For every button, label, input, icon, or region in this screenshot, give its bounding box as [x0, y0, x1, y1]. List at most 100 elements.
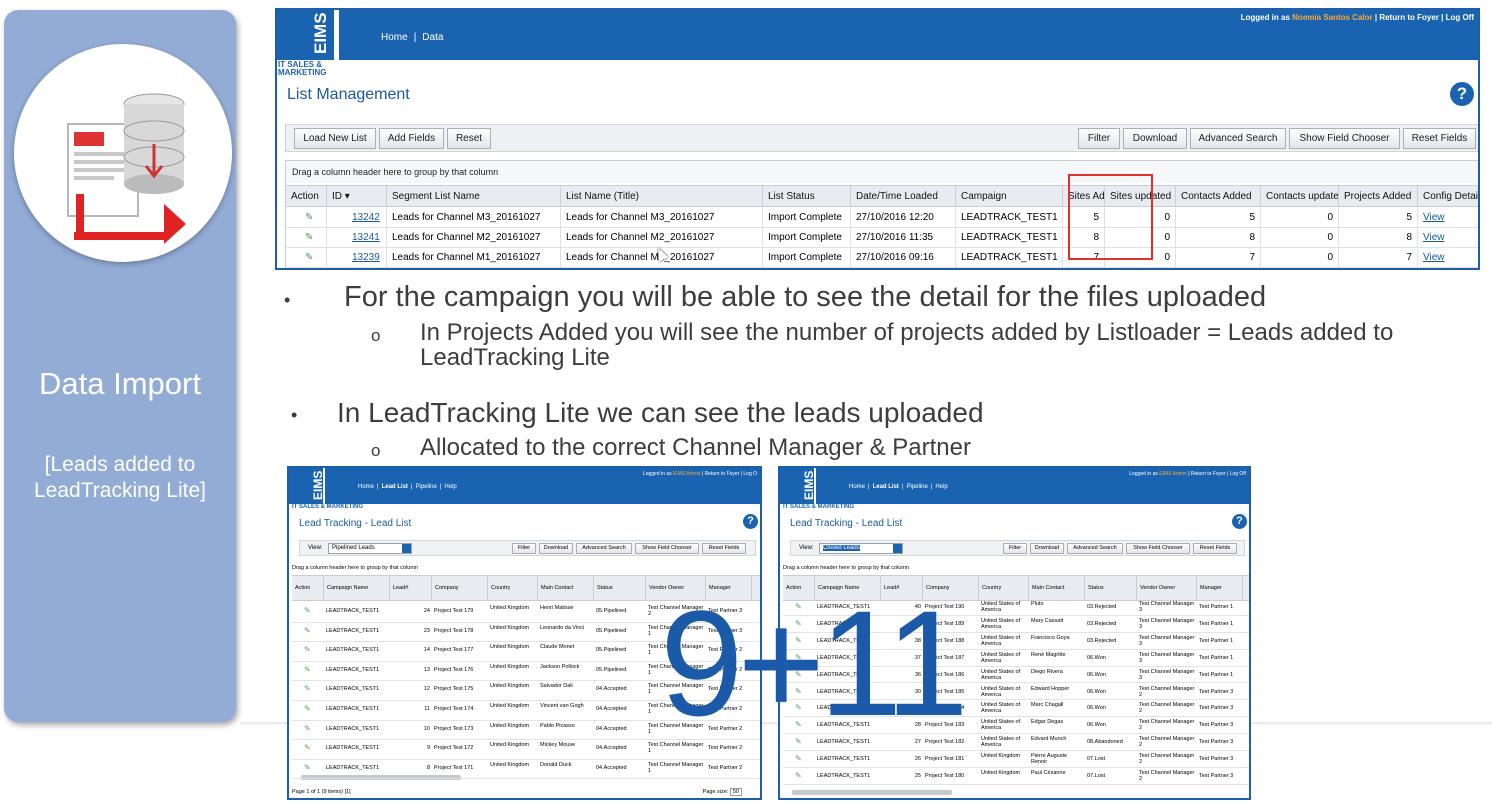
- id-link[interactable]: 13242: [332, 212, 380, 223]
- action-edit-icon[interactable]: ✎: [286, 228, 327, 248]
- col-campaign[interactable]: Campaign: [956, 186, 1063, 207]
- add-fields-button[interactable]: Add Fields: [379, 128, 444, 149]
- shot1-filter-button[interactable]: Filter: [512, 543, 536, 554]
- shot2-cell-5: 06.Won: [1087, 654, 1106, 661]
- shot2-nav-help[interactable]: Help: [935, 484, 947, 490]
- shot2-col-country[interactable]: Country: [979, 576, 1029, 601]
- nav-home[interactable]: Home: [381, 32, 408, 43]
- shot1-cell-3: United Kingdom: [490, 742, 530, 749]
- view-link[interactable]: View: [1423, 232, 1445, 243]
- row-id-link[interactable]: 13242: [327, 208, 387, 228]
- shot1-nav-lead-list[interactable]: Lead List: [382, 484, 408, 490]
- shot2-cell-7: Test Partner 1: [1199, 654, 1234, 661]
- shot2-nav-pipeline[interactable]: Pipeline: [906, 484, 927, 490]
- config-view-link[interactable]: View: [1418, 248, 1478, 268]
- table-row[interactable]: ✎ 13242 Leads for Channel M3_20161027 Leads…: [286, 208, 1478, 228]
- shot1-cell-3: United Kingdom: [490, 683, 530, 690]
- shot2-cell-4: Paul Cézanne: [1031, 770, 1066, 776]
- shot2-cell-6: Test Channel Manager 3: [1139, 601, 1195, 613]
- help-icon[interactable]: ?: [1450, 82, 1474, 106]
- shot1-nav-pipeline[interactable]: Pipeline: [415, 484, 436, 490]
- shot2-view-select[interactable]: Closed Leads: [819, 543, 903, 554]
- shot1-col-campaign-name[interactable]: Campaign Name: [324, 576, 390, 601]
- config-view-link[interactable]: View: [1418, 208, 1478, 228]
- shot2-download-button[interactable]: Download: [1030, 543, 1064, 554]
- shot1-cell-4: Mickey Mouse: [540, 742, 576, 749]
- shot1-download-button[interactable]: Download: [539, 543, 573, 554]
- table-row[interactable]: ✎ LEADTRACK_TEST1 25 Project Test 180 United…: [783, 768, 1249, 785]
- table-row[interactable]: ✎ LEADTRACK_TEST1 26 Project Test 181 United…: [783, 751, 1249, 768]
- shot2-col-status[interactable]: Status: [1085, 576, 1137, 601]
- bullet-1-sub-text: In Projects Added you will see the numbe…: [420, 319, 1394, 371]
- shot1-col-action[interactable]: Action: [292, 576, 324, 601]
- col-config-details[interactable]: Config Details: [1418, 186, 1478, 207]
- col-action[interactable]: Action: [286, 186, 327, 207]
- nav-data[interactable]: Data: [422, 32, 443, 43]
- shot2-login-links[interactable]: | Return to Foyer | Log Off: [1188, 471, 1246, 477]
- row-id-link[interactable]: 13241: [327, 228, 387, 248]
- shot2-nav-lead-list[interactable]: Lead List: [873, 484, 899, 490]
- col-id[interactable]: ID ▾: [327, 186, 387, 207]
- load-new-list-button[interactable]: Load New List: [294, 128, 376, 149]
- filter-button[interactable]: Filter: [1078, 128, 1120, 149]
- reset-button[interactable]: Reset: [447, 128, 491, 149]
- col-contacts-added[interactable]: Contacts Added: [1176, 186, 1261, 207]
- shot2-advanced-search-button[interactable]: Advanced Search: [1067, 543, 1123, 554]
- shot1-view-value: Pipelined Leads: [332, 545, 375, 551]
- download-button[interactable]: Download: [1123, 128, 1187, 149]
- advanced-search-button[interactable]: Advanced Search: [1190, 128, 1286, 149]
- id-link[interactable]: 13241: [332, 232, 380, 243]
- table-row[interactable]: ✎ 13241 Leads for Channel M2_20161027 Leads…: [286, 228, 1478, 248]
- shot2-cell-6: Test Channel Manager 3: [1139, 634, 1195, 647]
- col-list-status[interactable]: List Status: [763, 186, 851, 207]
- col-date-loaded[interactable]: Date/Time Loaded: [851, 186, 956, 207]
- view-link[interactable]: View: [1423, 212, 1445, 223]
- action-edit-icon[interactable]: ✎: [286, 208, 327, 228]
- shot1-col-lead-[interactable]: Lead#: [390, 576, 432, 601]
- action-edit-icon[interactable]: ✎: [286, 248, 327, 268]
- shot2-help-icon[interactable]: ?: [1232, 514, 1247, 529]
- col-projects-added[interactable]: Projects Added: [1339, 186, 1418, 207]
- shot1-col-company[interactable]: Company: [432, 576, 488, 601]
- col-segment-list-name[interactable]: Segment List Name: [387, 186, 561, 207]
- shot2-cell-1: 25: [914, 773, 921, 779]
- shot1-col-main-contact[interactable]: Main Contact: [538, 576, 594, 601]
- shot2-scrollbar[interactable]: [792, 790, 952, 795]
- foyer-logoff-links[interactable]: | Return to Foyer | Log Off: [1375, 13, 1474, 22]
- shot1-reset-fields-button[interactable]: Reset Fields: [702, 543, 746, 554]
- shot2-nav-home[interactable]: Home: [849, 484, 865, 490]
- sort-down-icon[interactable]: ▾: [345, 191, 350, 202]
- id-link[interactable]: 13239: [332, 252, 380, 263]
- shot1-cell-2: Project Test 178: [434, 627, 474, 634]
- shot2-field-chooser-button[interactable]: Show Field Chooser: [1126, 543, 1190, 554]
- reset-fields-button[interactable]: Reset Fields: [1403, 128, 1476, 149]
- shot2-reset-fields-button[interactable]: Reset Fields: [1193, 543, 1237, 554]
- shot1-page-size[interactable]: Page size: 50: [703, 788, 742, 796]
- col-list-name[interactable]: List Name (Title): [561, 186, 763, 207]
- shot2-col-main-contact[interactable]: Main Contact: [1029, 576, 1085, 601]
- col-contacts-updated[interactable]: Contacts updated: [1261, 186, 1339, 207]
- shot1-cell-5: 04.Accepted: [596, 764, 627, 771]
- config-view-link[interactable]: View: [1418, 228, 1478, 248]
- row-id-link[interactable]: 13239: [327, 248, 387, 268]
- shot1-col-country[interactable]: Country: [488, 576, 538, 601]
- shot2-filter-button[interactable]: Filter: [1003, 543, 1027, 554]
- table-row[interactable]: ✎ LEADTRACK_TEST1 8 Project Test 171 United …: [292, 760, 760, 780]
- shot1-login-links[interactable]: | Return to Foyer | Log O: [702, 471, 757, 477]
- table-row[interactable]: ✎ 13239 Leads for Channel M1_20161027 Leads…: [286, 248, 1478, 268]
- shot2-col-vendor-owner[interactable]: Vendor Owner: [1137, 576, 1197, 601]
- view-link[interactable]: View: [1423, 252, 1445, 263]
- shot1-nav-help[interactable]: Help: [444, 484, 456, 490]
- shot1-field-chooser-button[interactable]: Show Field Chooser: [635, 543, 699, 554]
- shot1-nav-home[interactable]: Home: [358, 484, 374, 490]
- shot1-view-select[interactable]: Pipelined Leads: [328, 543, 412, 554]
- shot1-help-icon[interactable]: ?: [743, 514, 758, 529]
- campaign: LEADTRACK_TEST1: [956, 208, 1063, 228]
- shot1-advanced-search-button[interactable]: Advanced Search: [576, 543, 632, 554]
- shot2-col-manager[interactable]: Manager: [1197, 576, 1243, 601]
- shot1-col-status[interactable]: Status: [594, 576, 646, 601]
- shot2-cell-6: Test Channel Manager 3: [1139, 651, 1195, 664]
- show-field-chooser-button[interactable]: Show Field Chooser: [1289, 128, 1400, 149]
- shot1-page-size-value[interactable]: 50: [729, 788, 742, 796]
- shot1-cell-3: United Kingdom: [490, 663, 530, 670]
